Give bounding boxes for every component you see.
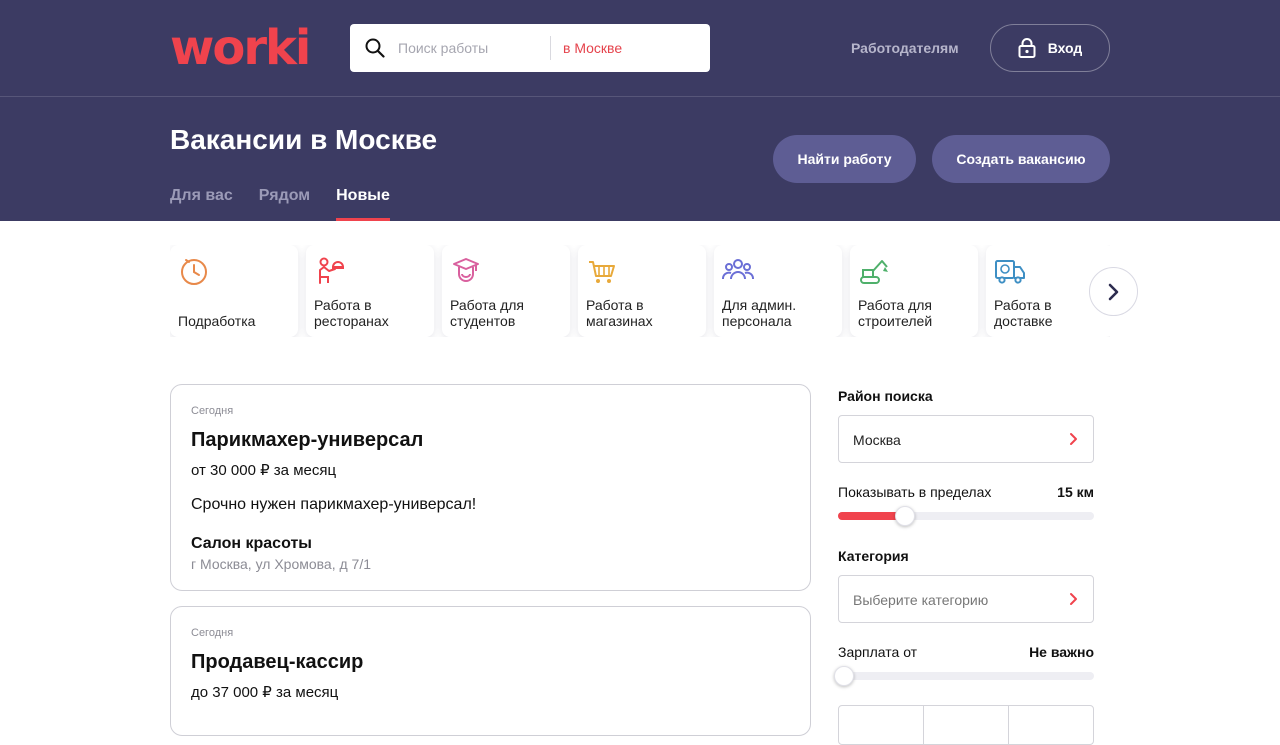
logo[interactable]: worki [170, 20, 311, 76]
category-builders[interactable]: Работа для строителей [850, 245, 978, 337]
salary-slider[interactable] [834, 666, 1094, 686]
region-value: Москва [853, 432, 901, 448]
login-button[interactable]: Вход [990, 24, 1110, 72]
category-label: Подработка [178, 313, 256, 329]
vacancy-card[interactable]: Сегодня Парикмахер-универсал от 30 000 ₽… [170, 384, 811, 591]
category-placeholder: Выберите категорию [853, 592, 989, 608]
radius-slider-thumb[interactable] [894, 506, 915, 526]
category-restaurants[interactable]: Работа в ресторанах [306, 245, 434, 337]
category-label: Для админ. персонала [722, 297, 797, 329]
category-part-time[interactable]: Подработка [170, 245, 298, 337]
salary-option[interactable] [1009, 706, 1093, 744]
salary-option[interactable] [839, 706, 924, 744]
category-carousel: Подработка Работа в ресторанах Работа дл… [170, 245, 1110, 337]
category-students[interactable]: Работа для студентов [442, 245, 570, 337]
find-job-button[interactable]: Найти работу [773, 135, 916, 183]
radius-slider[interactable] [838, 506, 1094, 526]
vacancy-address: г Москва, ул Хромова, д 7/1 [191, 556, 372, 572]
salary-label: Зарплата от [838, 644, 918, 660]
chevron-right-icon [1070, 433, 1077, 445]
clock-icon [181, 259, 207, 285]
radius-value: 15 км [1057, 484, 1094, 500]
tab-nearby[interactable]: Рядом [259, 185, 310, 221]
vacancy-date: Сегодня [191, 405, 234, 417]
search-input[interactable] [398, 38, 588, 58]
region-label: Район поиска [838, 388, 933, 404]
employers-link[interactable]: Работодателям [851, 40, 959, 56]
tab-new[interactable]: Новые [336, 185, 390, 221]
delivery-truck-icon [995, 260, 1025, 284]
chevron-right-icon [1070, 593, 1077, 605]
vacancy-company: Салон красоты [191, 535, 312, 552]
region-select[interactable]: Москва [838, 415, 1094, 463]
category-label: Работа для строителей [858, 297, 933, 329]
header-divider [0, 96, 1280, 97]
vacancy-title[interactable]: Продавец-кассир [191, 651, 363, 674]
tab-bar: Для вас Рядом Новые [170, 185, 390, 221]
carousel-next-button[interactable] [1089, 267, 1138, 316]
salary-slider-thumb[interactable] [834, 666, 854, 686]
radius-label: Показывать в пределах [838, 484, 992, 500]
category-label: Работа для студентов [450, 297, 525, 329]
page-title: Вакансии в Москве [170, 124, 438, 155]
waiter-icon [319, 257, 345, 284]
search-bar [350, 24, 710, 72]
salary-option[interactable] [924, 706, 1009, 744]
excavator-icon [860, 260, 888, 284]
vacancy-title[interactable]: Парикмахер-универсал [191, 429, 423, 452]
search-icon[interactable] [365, 38, 385, 58]
category-select[interactable]: Выберите категорию [838, 575, 1094, 623]
category-shops[interactable]: Работа в магазинах [578, 245, 706, 337]
category-label: Работа в магазинах [586, 297, 653, 329]
student-icon [453, 258, 479, 282]
chevron-right-icon [1108, 283, 1118, 300]
create-vacancy-button[interactable]: Создать вакансию [932, 135, 1110, 183]
category-admin-staff[interactable]: Для админ. персонала [714, 245, 842, 337]
team-icon [722, 259, 754, 280]
salary-options [838, 705, 1094, 745]
search-separator [550, 36, 551, 60]
city-selector[interactable]: в Москве [563, 40, 622, 56]
login-label: Вход [1047, 40, 1083, 56]
category-filter-label: Категория [838, 548, 909, 564]
vacancy-description: Срочно нужен парикмахер-универсал! [191, 496, 477, 513]
vacancy-card[interactable]: Сегодня Продавец-кассир до 37 000 ₽ за м… [170, 606, 811, 736]
lock-icon [1018, 38, 1036, 58]
vacancy-date: Сегодня [191, 627, 234, 639]
vacancy-salary: от 30 000 ₽ за месяц [191, 462, 337, 479]
vacancy-salary: до 37 000 ₽ за месяц [191, 684, 339, 701]
shopping-cart-icon [589, 261, 615, 283]
tab-for-you[interactable]: Для вас [170, 185, 233, 221]
category-label: Работа в ресторанах [314, 297, 389, 329]
salary-value: Не важно [1029, 644, 1094, 660]
